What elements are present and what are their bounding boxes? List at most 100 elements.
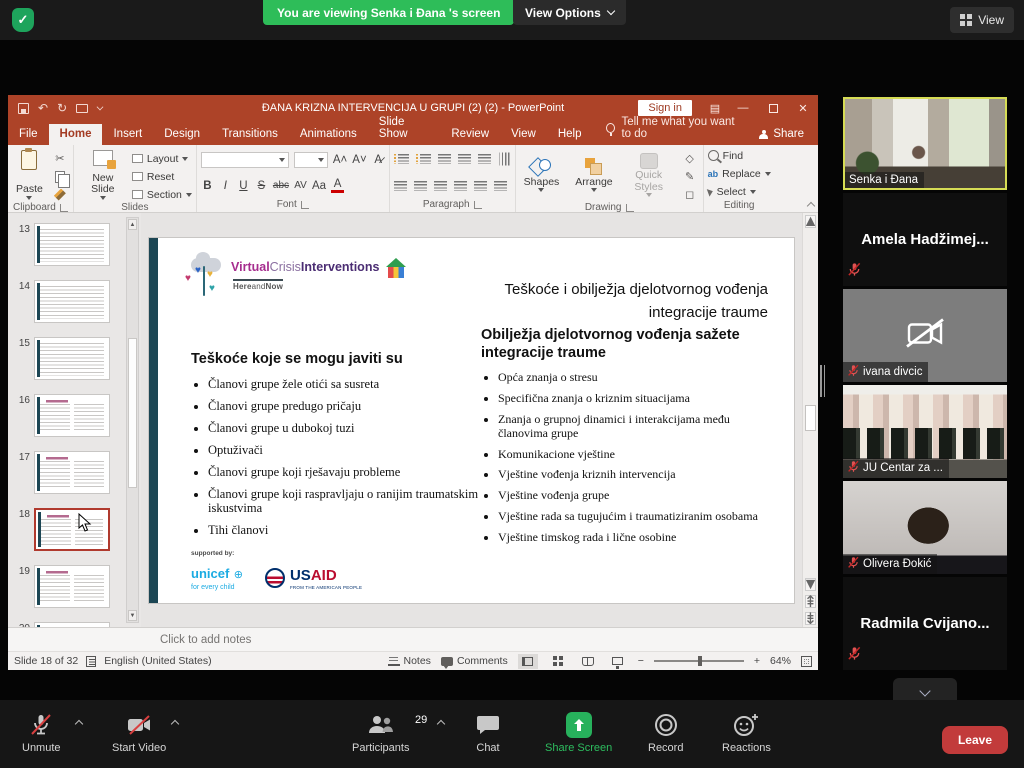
shape-fill-button[interactable]: ◇: [681, 151, 699, 166]
zoom-slider-thumb[interactable]: [698, 656, 702, 666]
section-button[interactable]: Section: [132, 187, 192, 202]
normal-view-button[interactable]: [518, 654, 538, 669]
select-button[interactable]: Select: [708, 184, 771, 199]
layout-button[interactable]: Layout: [132, 151, 192, 166]
decrease-font-button[interactable]: A˅: [352, 154, 366, 166]
paste-button[interactable]: Paste: [12, 148, 47, 202]
participant-tile-amela[interactable]: Amela Hadžimej...: [843, 193, 1007, 286]
reading-view-button[interactable]: [578, 654, 598, 669]
thumbnail-scrollbar[interactable]: ▲ ▼: [126, 217, 139, 623]
columns-icon[interactable]: [474, 181, 487, 191]
slide-thumbnail-17[interactable]: [34, 451, 110, 494]
restore-icon[interactable]: [758, 95, 788, 121]
tab-home[interactable]: Home: [49, 124, 103, 145]
tab-animations[interactable]: Animations: [289, 124, 368, 145]
slideshow-view-button[interactable]: [608, 654, 628, 669]
sign-in-button[interactable]: Sign in: [638, 100, 692, 116]
change-case-button[interactable]: Aa: [312, 180, 326, 192]
format-painter-button[interactable]: [51, 187, 69, 202]
font-name-combobox[interactable]: [201, 152, 289, 168]
participant-tile-ivana[interactable]: ivana divcic: [843, 289, 1007, 382]
unmute-button[interactable]: Unmute: [22, 712, 61, 754]
tab-review[interactable]: Review: [440, 124, 500, 145]
increase-font-button[interactable]: A˄: [333, 154, 347, 166]
find-button[interactable]: Find: [708, 148, 771, 163]
font-color-button[interactable]: A: [331, 178, 344, 193]
dialog-launcher-icon[interactable]: [60, 204, 68, 212]
leave-button[interactable]: Leave: [942, 726, 1008, 754]
participant-tile-ju-centar[interactable]: JU Centar za ...: [843, 385, 1007, 478]
panel-resize-handle[interactable]: [820, 365, 826, 397]
view-button[interactable]: View: [950, 7, 1014, 33]
reactions-button[interactable]: Reactions: [722, 712, 771, 754]
share-button[interactable]: Share: [745, 128, 818, 145]
shapes-button[interactable]: Shapes: [520, 156, 564, 195]
scrollbar-thumb[interactable]: [128, 338, 137, 488]
font-size-combobox[interactable]: [294, 152, 328, 168]
scroll-up-icon[interactable]: ▲: [128, 219, 137, 230]
shape-effects-button[interactable]: ◻: [681, 187, 699, 202]
arrange-button[interactable]: Arrange: [571, 156, 616, 195]
new-slide-button[interactable]: New Slide: [78, 148, 128, 202]
zoom-level[interactable]: 64%: [770, 655, 791, 667]
participant-tile-radmila[interactable]: Radmila Cvijano...: [843, 577, 1007, 670]
start-slideshow-icon[interactable]: [76, 104, 88, 113]
zoom-in-button[interactable]: +: [754, 655, 760, 667]
close-icon[interactable]: ✕: [788, 95, 818, 121]
view-options-button[interactable]: View Options: [513, 0, 626, 25]
participant-tile-senka[interactable]: Senka i Đana: [843, 97, 1007, 190]
record-button[interactable]: Record: [648, 712, 683, 754]
audio-options-chevron-icon[interactable]: [75, 720, 83, 728]
slide-thumbnail-13[interactable]: [34, 223, 110, 266]
shape-outline-button[interactable]: ✎: [681, 169, 699, 184]
text-direction-icon[interactable]: [499, 153, 509, 166]
next-slide-icon[interactable]: ⇟: [805, 612, 816, 625]
notes-toggle[interactable]: Notes: [388, 655, 431, 667]
participants-button[interactable]: Participants: [352, 712, 409, 754]
slide-thumbnail-18-selected[interactable]: [34, 508, 110, 551]
numbering-icon[interactable]: [416, 154, 431, 164]
bold-button[interactable]: B: [201, 180, 214, 192]
align-left-icon[interactable]: [394, 181, 407, 191]
start-video-button[interactable]: Start Video: [112, 712, 166, 754]
redo-icon[interactable]: ↻: [57, 101, 67, 115]
increase-indent-icon[interactable]: [458, 154, 471, 164]
zoom-out-button[interactable]: −: [638, 655, 644, 667]
video-options-chevron-icon[interactable]: [171, 720, 179, 728]
scrollbar-thumb[interactable]: [805, 405, 816, 431]
participant-tile-olivera[interactable]: Olivera Đokić: [843, 481, 1007, 574]
zoom-slider[interactable]: [654, 660, 744, 662]
bullets-icon[interactable]: [394, 154, 409, 164]
copy-button[interactable]: [51, 169, 69, 184]
dialog-launcher-icon[interactable]: [626, 204, 634, 212]
align-right-icon[interactable]: [434, 181, 447, 191]
tab-slide-show[interactable]: Slide Show: [368, 112, 441, 145]
slide-thumbnail-20[interactable]: [34, 622, 110, 627]
notes-pane[interactable]: Click to add notes: [8, 627, 818, 651]
tab-file[interactable]: File: [8, 124, 49, 145]
clear-formatting-button[interactable]: A̷: [372, 154, 385, 166]
dialog-launcher-icon[interactable]: [474, 201, 482, 209]
justify-icon[interactable]: [454, 181, 467, 191]
customize-qat-icon[interactable]: [97, 103, 104, 110]
fit-slide-to-window-icon[interactable]: [801, 656, 812, 667]
chat-button[interactable]: Chat: [475, 712, 501, 754]
character-spacing-button[interactable]: AV: [294, 180, 307, 191]
smartart-icon[interactable]: [494, 181, 507, 191]
reset-button[interactable]: Reset: [132, 169, 192, 184]
strikethrough-button[interactable]: S: [255, 180, 268, 192]
cut-button[interactable]: ✂: [51, 151, 69, 166]
comments-toggle[interactable]: Comments: [441, 655, 508, 667]
security-shield-icon[interactable]: ✓: [12, 8, 34, 32]
tab-transitions[interactable]: Transitions: [211, 124, 289, 145]
line-spacing-icon[interactable]: [478, 154, 491, 164]
dialog-launcher-icon[interactable]: [301, 201, 309, 209]
replace-button[interactable]: abReplace: [708, 166, 771, 181]
tell-me-box[interactable]: Tell me what you want to do: [606, 116, 745, 145]
italic-button[interactable]: I: [219, 180, 232, 192]
slide-sorter-view-button[interactable]: [548, 654, 568, 669]
scroll-down-icon[interactable]: ▼: [128, 610, 137, 621]
previous-slide-icon[interactable]: ⇞: [805, 595, 816, 608]
tab-help[interactable]: Help: [547, 124, 593, 145]
quick-styles-button[interactable]: Quick Styles: [625, 151, 673, 199]
